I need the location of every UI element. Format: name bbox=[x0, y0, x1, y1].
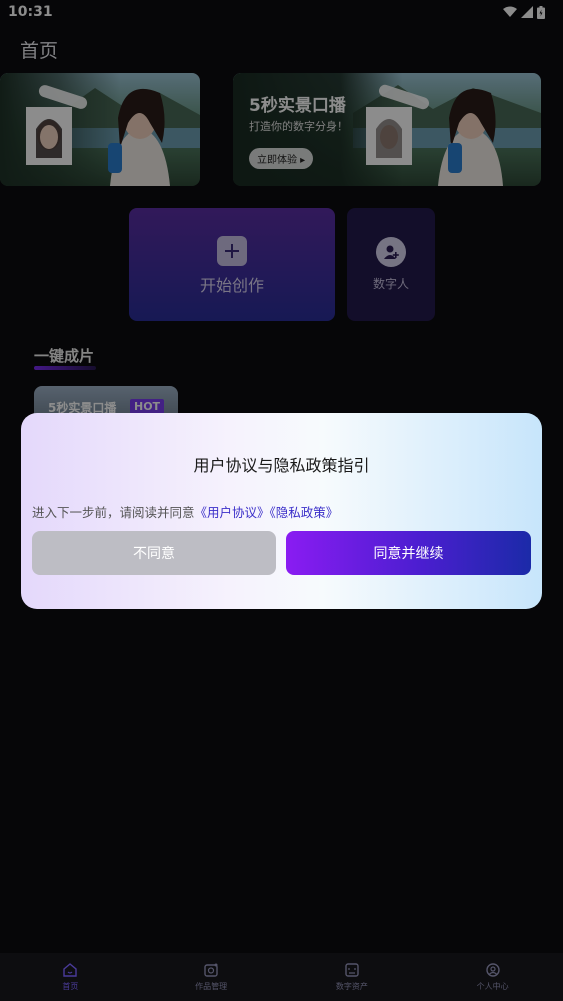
nav-label-assets: 数字资产 bbox=[335, 982, 368, 991]
nav-item-assets[interactable]: 数字资产 bbox=[282, 953, 423, 1001]
nav-label-profile: 个人中心 bbox=[476, 982, 509, 991]
dialog-title: 用户协议与隐私政策指引 bbox=[193, 456, 370, 475]
disagree-button[interactable]: 不同意 bbox=[32, 531, 276, 575]
privacy-dialog: 用户协议与隐私政策指引 进入下一步前，请阅读并同意《用户协议》《隐私政策》 不同… bbox=[21, 413, 542, 609]
works-icon bbox=[204, 963, 218, 977]
assets-icon bbox=[345, 963, 359, 977]
nav-item-works[interactable]: 作品管理 bbox=[141, 953, 282, 1001]
agree-continue-button[interactable]: 同意并继续 bbox=[286, 531, 531, 575]
dialog-body: 进入下一步前，请阅读并同意《用户协议》《隐私政策》 bbox=[32, 502, 338, 521]
nav-item-profile[interactable]: 个人中心 bbox=[422, 953, 563, 1001]
user-agreement-link[interactable]: 《用户协议》 bbox=[195, 505, 270, 520]
nav-item-home[interactable]: 首页 bbox=[0, 953, 141, 1001]
dialog-body-text: 进入下一步前，请阅读并同意 bbox=[32, 505, 195, 520]
home-icon bbox=[63, 963, 78, 977]
nav-label-home: 首页 bbox=[62, 982, 79, 991]
privacy-policy-link[interactable]: 《隐私政策》 bbox=[270, 505, 339, 520]
nav-label-works: 作品管理 bbox=[195, 982, 228, 991]
bottom-nav: 首页 作品管理 数字资产 个人中心 bbox=[0, 953, 563, 1001]
profile-icon bbox=[485, 963, 500, 977]
